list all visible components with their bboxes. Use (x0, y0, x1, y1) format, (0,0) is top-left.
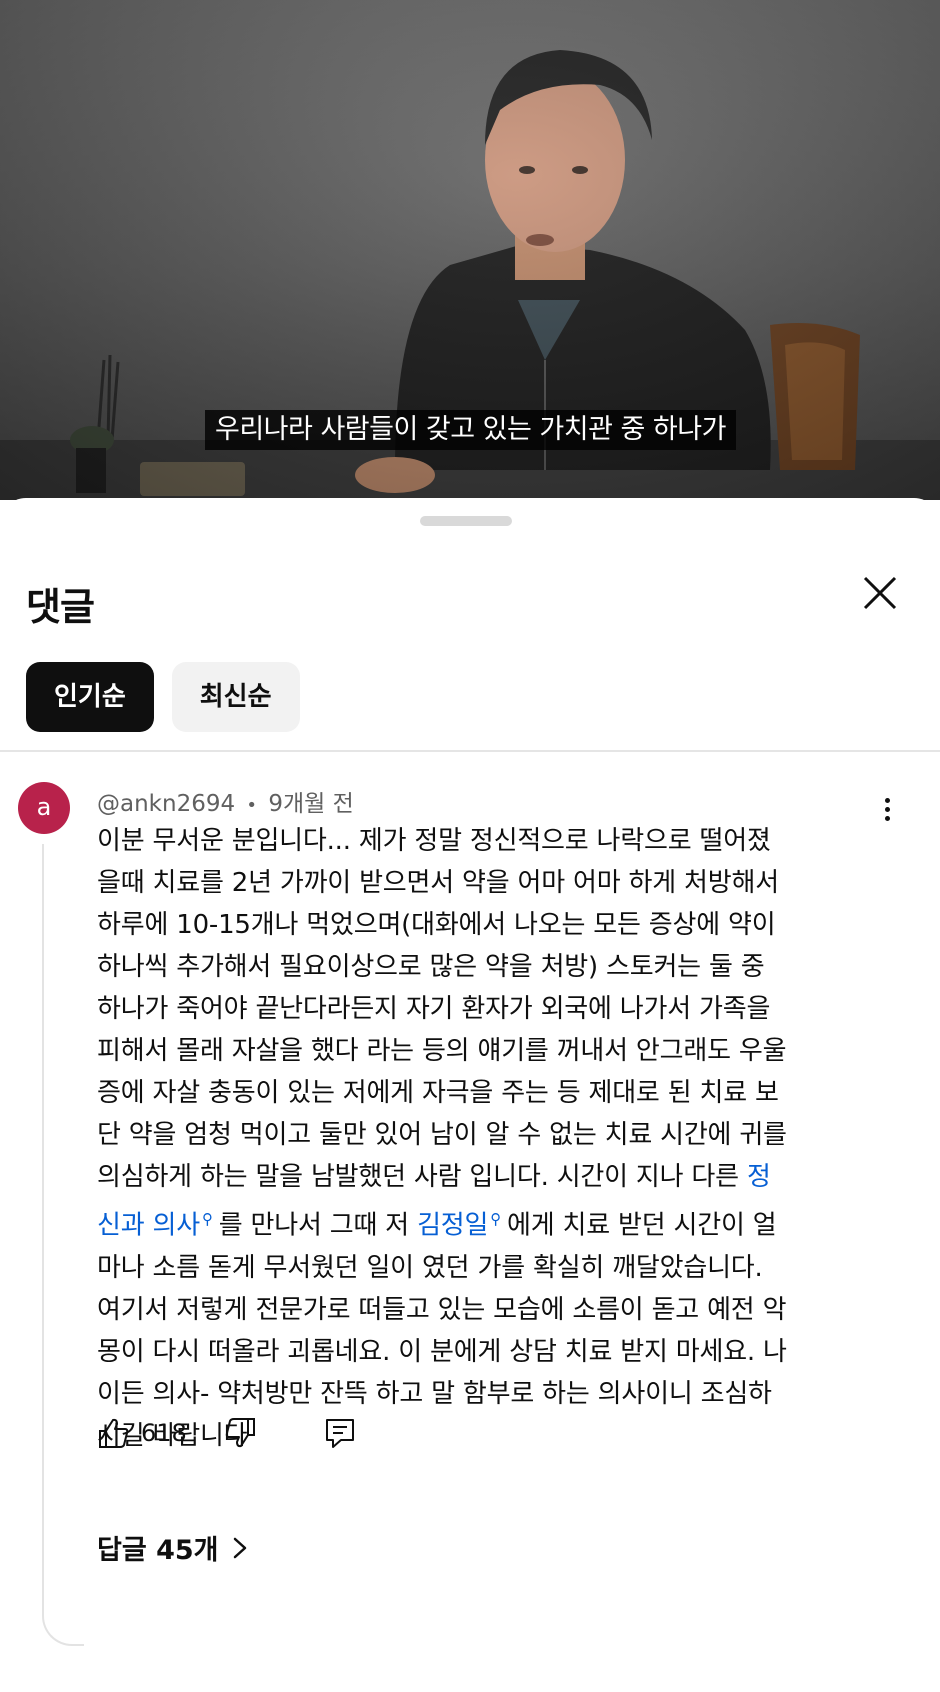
thumbs-up-icon (99, 1418, 129, 1448)
comment-text-part1: 이분 무서운 분입니다... 제가 정말 정신적으로 나락으로 떨어졌 을때 치… (97, 826, 787, 1192)
thumbs-down-icon (225, 1418, 255, 1448)
search-magnifier-icon: ⚲ (490, 1210, 502, 1228)
video-subtitle: 우리나라 사람들이 갖고 있는 가치관 중 하나가 (205, 410, 736, 450)
like-count: 618 (141, 1419, 187, 1447)
reply-comment-icon (325, 1419, 354, 1448)
like-button[interactable]: 618 (97, 1416, 187, 1450)
search-magnifier-icon: ⚲ (201, 1210, 213, 1228)
chevron-right-icon (233, 1537, 246, 1558)
dislike-button[interactable] (223, 1416, 257, 1450)
comment-text: 이분 무서운 분입니다... 제가 정말 정신적으로 나락으로 떨어졌 을때 치… (97, 820, 902, 1457)
avatar[interactable]: a (18, 782, 70, 834)
comment-actions: 618 (97, 1408, 357, 1458)
sheet-title: 댓글 (26, 585, 95, 629)
view-replies-button[interactable]: 답글 45개 (97, 1528, 249, 1567)
meta-separator: • (246, 795, 258, 816)
search-link-name[interactable]: 김정일 (417, 1211, 488, 1241)
sort-chip-popular[interactable]: 인기순 (26, 662, 154, 732)
video-player[interactable]: 우리나라 사람들이 갖고 있는 가치관 중 하나가 (0, 0, 940, 500)
comments-sheet: 댓글 인기순 최신순 a @ankn2694 • 9개월 전 이분 무서운 분입… (0, 498, 940, 1692)
comment-author[interactable]: @ankn2694 (97, 791, 235, 817)
more-vert-icon (872, 798, 902, 821)
reply-button[interactable] (323, 1416, 357, 1450)
thread-line (42, 844, 84, 1646)
close-icon (863, 576, 897, 610)
comment-text-part2: 를 만나서 그때 저 (218, 1210, 418, 1241)
close-button[interactable] (855, 568, 905, 618)
comment-time: 9개월 전 (268, 791, 354, 817)
drag-handle[interactable] (420, 516, 512, 526)
comment-meta: @ankn2694 • 9개월 전 (97, 784, 354, 818)
sort-chips: 인기순 최신순 (26, 662, 300, 732)
divider (0, 750, 940, 752)
sort-chip-newest[interactable]: 최신순 (171, 662, 300, 732)
replies-label: 답글 45개 (97, 1535, 219, 1566)
